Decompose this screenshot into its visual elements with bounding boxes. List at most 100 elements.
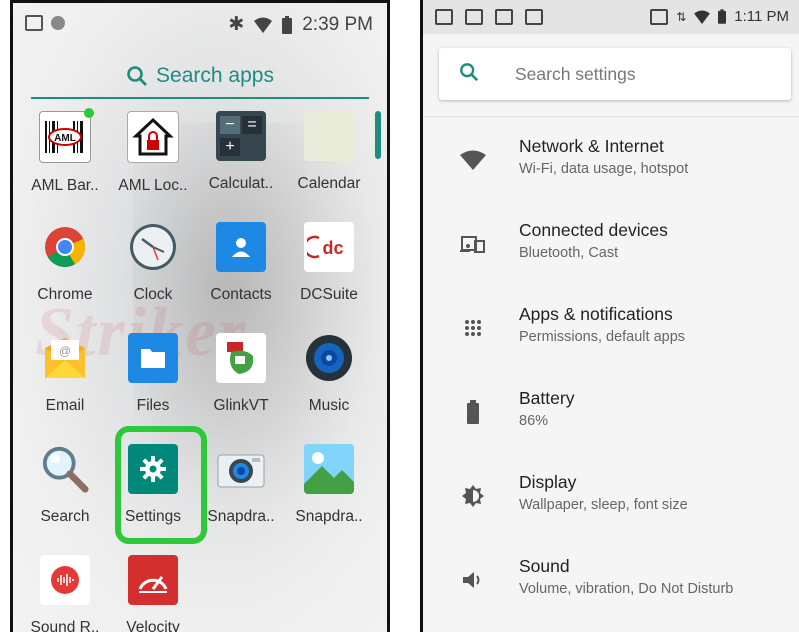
app-clock[interactable]: Clock	[109, 222, 197, 304]
app-label: Chrome	[37, 286, 93, 303]
brightness-icon	[459, 482, 487, 510]
cast-status-icon	[650, 8, 669, 25]
app-label: Calendar	[297, 175, 361, 192]
battery-status-icon	[718, 9, 727, 24]
settings-item-network[interactable]: Network & Internet Wi-Fi, data usage, ho…	[423, 126, 799, 196]
status-bar: ✱ 2:39 PM	[13, 3, 387, 47]
app-calendar[interactable]: Calendar	[285, 111, 373, 193]
app-snapdragon-camera[interactable]: Snapdra..	[197, 444, 285, 526]
music-icon	[304, 333, 354, 383]
app-drawer-screen: Striker ✱ 2:39 PM Search apps AML AML Ba…	[10, 0, 390, 632]
settings-screen: ⇅ 1:11 PM Search settings Network & Inte…	[420, 0, 799, 632]
app-music[interactable]: Music	[285, 333, 373, 415]
settings-item-battery[interactable]: Battery 86%	[423, 378, 799, 448]
settings-item-connected-devices[interactable]: Connected devices Bluetooth, Cast	[423, 210, 799, 280]
app-label: Clock	[133, 286, 173, 303]
app-label: AML Bar..	[31, 177, 99, 194]
app-velocity[interactable]: Velocity	[109, 555, 197, 632]
search-apps-field[interactable]: Search apps	[31, 55, 369, 99]
app-label: Email	[45, 397, 85, 414]
sound-recorder-icon	[40, 555, 90, 605]
calendar-icon	[304, 111, 354, 161]
settings-item-title: Battery	[519, 388, 575, 408]
clock-icon	[128, 222, 178, 272]
divider	[423, 116, 799, 117]
search-icon	[460, 62, 479, 81]
app-label: Calculat..	[208, 175, 274, 192]
app-label: Contacts	[210, 286, 272, 303]
calculator-icon: − = +	[216, 111, 266, 161]
settings-item-title: Network & Internet	[519, 136, 664, 156]
chrome-icon	[40, 222, 90, 272]
app-chrome[interactable]: Chrome	[21, 222, 109, 304]
app-sound-recorder[interactable]: Sound R..	[21, 555, 109, 632]
settings-item-apps-notifications[interactable]: Apps & notifications Permissions, defaul…	[423, 294, 799, 364]
wifi-status-icon	[694, 9, 711, 24]
app-glinkvt[interactable]: GlinkVT	[197, 333, 285, 415]
app-label: Music	[308, 397, 350, 414]
settings-item-subtitle: Volume, vibration, Do Not Disturb	[519, 581, 734, 597]
settings-item-title: Sound	[519, 556, 570, 576]
svg-text:dc: dc	[322, 238, 343, 258]
app-label: Velocity	[126, 619, 180, 632]
app-aml-barcode[interactable]: AML AML Bar..	[21, 108, 109, 195]
app-search[interactable]: Search	[21, 444, 109, 526]
search-apps-label: Search apps	[156, 64, 274, 87]
wifi-icon	[459, 146, 487, 174]
scrollbar[interactable]	[375, 111, 381, 159]
device-status-icon	[465, 9, 483, 25]
app-label: Sound R..	[30, 619, 100, 632]
app-dcsuite[interactable]: dc DCSuite	[285, 222, 373, 304]
status-time: 1:11 PM	[734, 8, 789, 25]
aml-barcode-icon: AML	[39, 108, 94, 163]
app-label: Files	[136, 397, 170, 414]
app-calculator[interactable]: − = + Calculat..	[197, 111, 285, 193]
settings-item-subtitle: 86%	[519, 413, 549, 429]
svg-text:AML: AML	[54, 133, 76, 144]
velocity-icon	[128, 555, 178, 605]
volume-icon	[459, 566, 487, 594]
cast-status-icon	[435, 9, 453, 25]
settings-highlight	[115, 426, 207, 544]
settings-item-title: Apps & notifications	[519, 304, 673, 324]
search-icon	[127, 66, 148, 86]
apps-grid-icon	[459, 314, 487, 342]
app-snapdragon-gallery[interactable]: Snapdra..	[285, 444, 373, 526]
search-app-icon	[40, 444, 90, 494]
glinkvt-icon	[216, 333, 266, 383]
battery-icon	[459, 398, 487, 426]
app-label: Snapdra..	[295, 508, 363, 525]
image-status-icon	[525, 9, 543, 25]
contacts-icon	[216, 222, 266, 272]
app-label: GlinkVT	[213, 397, 269, 414]
app-contacts[interactable]: Contacts	[197, 222, 285, 304]
status-time: 2:39 PM	[302, 13, 373, 35]
email-icon: @	[40, 333, 90, 383]
app-label: AML Loc..	[118, 177, 188, 194]
app-email[interactable]: @ Email	[21, 333, 109, 415]
app-label: DCSuite	[300, 286, 358, 303]
settings-item-subtitle: Permissions, default apps	[519, 329, 686, 345]
devices-icon	[459, 230, 487, 258]
app-label: Snapdra..	[207, 508, 275, 525]
search-settings-field[interactable]: Search settings	[439, 48, 791, 100]
settings-item-sound[interactable]: Sound Volume, vibration, Do Not Disturb	[423, 546, 799, 616]
search-settings-placeholder: Search settings	[515, 63, 636, 84]
data-activity-icon: ⇅	[676, 9, 687, 24]
bluetooth-icon: ✱	[228, 14, 245, 35]
svg-text:@: @	[59, 344, 71, 358]
settings-item-title: Display	[519, 472, 577, 492]
aml-lock-icon	[127, 111, 179, 163]
battery-status-icon	[282, 15, 293, 34]
settings-item-subtitle: Bluetooth, Cast	[519, 245, 619, 261]
status-bar: ⇅ 1:11 PM	[423, 0, 799, 34]
barcode-status-icon	[495, 9, 513, 25]
status-dot-icon	[51, 16, 65, 30]
barcode-status-icon	[25, 15, 43, 31]
settings-item-subtitle: Wi-Fi, data usage, hotspot	[519, 161, 689, 177]
settings-item-title: Connected devices	[519, 220, 668, 240]
app-files[interactable]: Files	[109, 333, 197, 415]
settings-item-display[interactable]: Display Wallpaper, sleep, font size	[423, 462, 799, 532]
app-aml-lock[interactable]: AML Loc..	[109, 111, 197, 195]
camera-icon	[216, 444, 266, 494]
